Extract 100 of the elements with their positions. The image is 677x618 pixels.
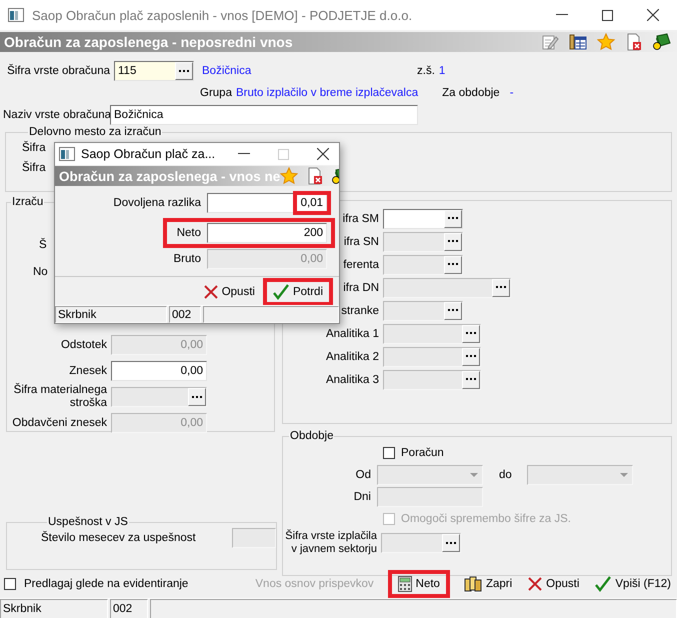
field-label: Grupa xyxy=(200,87,232,99)
window-title: Saop Obračun plač za... xyxy=(81,147,216,161)
toolbar-button[interactable]: Zapri xyxy=(458,574,518,594)
field-label: Analitika 1 xyxy=(326,328,379,340)
number-field[interactable] xyxy=(232,528,276,548)
window-title: Saop Obračun plač zaposlenih - vnos [DEMO] - PODJETJE d.o.o. xyxy=(32,8,412,22)
field-label: Šifra xyxy=(22,162,47,174)
field-label: Znesek xyxy=(68,364,108,378)
field-value: 1 xyxy=(438,65,446,77)
dialog-button[interactable]: Opusti xyxy=(198,282,261,302)
ellipsis-icon xyxy=(448,240,458,243)
field-value: 200 xyxy=(302,227,324,239)
field-value: 0,00 xyxy=(300,253,324,265)
minimize-icon[interactable] xyxy=(238,153,250,155)
group-value: Bruto izplačilo v breme izplačevalca xyxy=(236,87,418,99)
field-label: Število mesecev za uspešnost xyxy=(41,532,196,544)
status-text: Skrbnik xyxy=(0,599,108,618)
ellipsis-icon xyxy=(179,70,189,72)
x-icon xyxy=(528,577,542,591)
browse-button[interactable] xyxy=(444,210,462,228)
calculator-icon xyxy=(398,576,412,592)
x-icon xyxy=(204,285,218,299)
maximize-icon[interactable] xyxy=(602,10,613,20)
lookup-field[interactable] xyxy=(381,533,461,553)
toolbar-button[interactable]: Neto xyxy=(392,574,446,594)
field-label: Šifra vrste obračuna xyxy=(6,65,111,77)
field-label: ifra SN xyxy=(344,236,379,248)
toolbar-button[interactable]: Vpiši (F12) xyxy=(589,574,677,594)
delete-document-icon[interactable] xyxy=(306,167,324,185)
field-value: 0,00 xyxy=(180,339,204,351)
group-title: Uspešnost v JS xyxy=(47,516,129,528)
close-icon[interactable] xyxy=(317,148,329,160)
field-value: 115 xyxy=(117,65,138,77)
ellipsis-icon xyxy=(448,217,458,220)
field-label: Šifra xyxy=(22,142,47,154)
browse-button[interactable] xyxy=(175,62,193,80)
status-text: 002 xyxy=(110,599,148,618)
field-value: 0,00 xyxy=(180,417,204,429)
code-name: Božičnica xyxy=(202,65,252,77)
status-text: Skrbnik xyxy=(55,306,167,323)
field-label: Š xyxy=(38,239,48,252)
days-field[interactable] xyxy=(377,487,483,507)
ellipsis-icon xyxy=(466,355,476,358)
checkbox[interactable] xyxy=(383,447,395,459)
field-label: Bruto xyxy=(172,253,202,265)
ellipsis-icon xyxy=(448,263,458,266)
field-label: stranke xyxy=(341,304,379,316)
checkbox-label: Omogoči spremembo šifre za JS. xyxy=(401,513,572,525)
field-label: No xyxy=(32,266,49,279)
star-icon[interactable] xyxy=(597,33,615,51)
checkbox[interactable] xyxy=(4,578,16,590)
field-label: Naziv vrste obračuna xyxy=(2,109,110,121)
app-icon xyxy=(59,147,75,161)
field-label: z.š. xyxy=(417,65,435,77)
field-label: Za obdobje xyxy=(442,87,500,99)
field-label: Analitika 3 xyxy=(326,374,379,386)
check-icon xyxy=(272,284,289,300)
field-label: Neto xyxy=(176,227,202,239)
code-field[interactable]: 115 xyxy=(114,61,194,81)
group-title: Obdobje xyxy=(289,430,334,442)
number-field[interactable]: 0,00 xyxy=(111,361,207,381)
edit-note-icon[interactable] xyxy=(541,33,559,51)
field-label: Od xyxy=(354,469,372,481)
checkbox-label: Predlagaj glede na evidentiranje xyxy=(24,578,188,590)
group-title: Izraču xyxy=(11,196,44,208)
field-label: Dovoljena razlika xyxy=(112,197,202,209)
field-label: Analitika 2 xyxy=(326,350,379,362)
field-label: ifra DN xyxy=(343,282,379,294)
number-field[interactable]: 200 xyxy=(207,223,327,243)
field-value: - xyxy=(510,87,514,99)
minimize-icon[interactable] xyxy=(556,14,568,16)
books-icon xyxy=(464,576,482,592)
ellipsis-icon xyxy=(496,286,506,289)
delete-document-icon[interactable] xyxy=(625,33,643,51)
ellipsis-icon xyxy=(448,309,458,312)
help-book-icon[interactable] xyxy=(653,33,671,51)
field-label: do xyxy=(498,469,513,481)
dialog-button[interactable]: Potrdi xyxy=(266,282,329,302)
browse-button[interactable] xyxy=(442,534,460,552)
form-title: Obračun za zaposlenega - neposredni vnos xyxy=(4,34,293,50)
app-icon xyxy=(8,8,24,22)
field-value: 0,00 xyxy=(180,365,204,377)
checkbox-label: Poračun xyxy=(401,447,444,459)
field-label: ferenta xyxy=(343,258,379,270)
field-label: Odstotek xyxy=(60,338,108,352)
ellipsis-icon xyxy=(446,542,456,544)
star-icon[interactable] xyxy=(280,167,298,185)
close-icon[interactable] xyxy=(647,9,659,21)
field-label: Obdavčeni znesek xyxy=(11,416,108,430)
toolbar-button[interactable]: Opusti xyxy=(522,575,586,593)
group-title: Delovno mesto za izračun xyxy=(28,126,162,138)
table-icon[interactable] xyxy=(569,33,587,51)
field-label: Dni xyxy=(352,491,372,503)
ellipsis-icon xyxy=(192,396,202,398)
check-icon xyxy=(595,576,612,592)
dropdown-arrow-icon xyxy=(620,473,628,477)
field-label: ifra SM xyxy=(342,212,379,224)
lookup-field[interactable] xyxy=(383,208,463,228)
status-text: 002 xyxy=(169,306,201,323)
name-field[interactable]: Božičnica xyxy=(110,105,418,125)
